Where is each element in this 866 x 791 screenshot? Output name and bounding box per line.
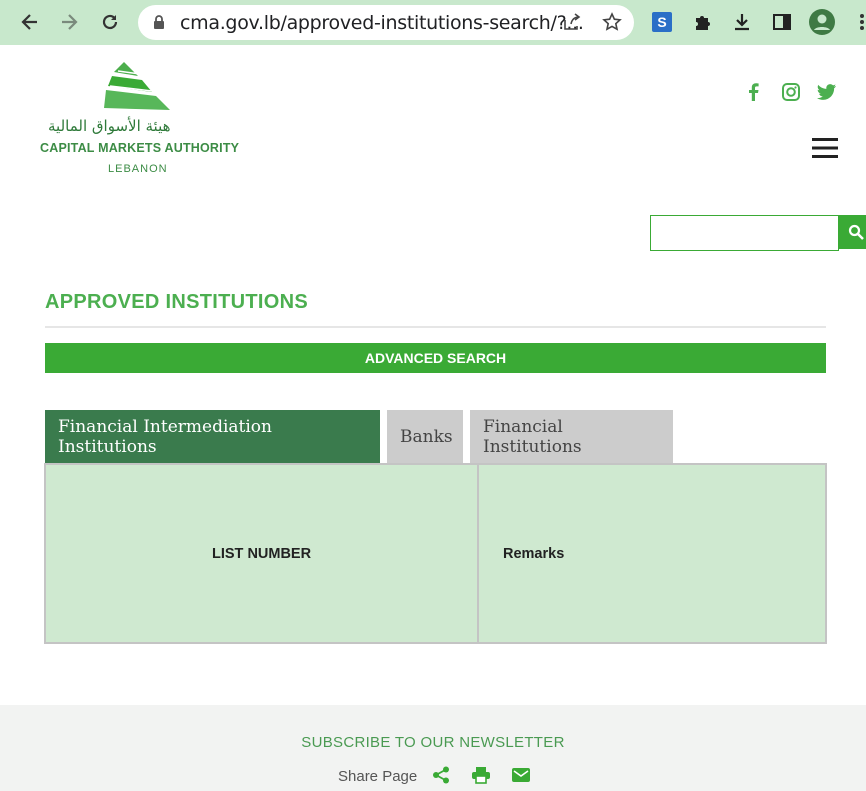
logo-country-text: LEBANON [108, 163, 168, 175]
hamburger-menu-icon[interactable] [812, 136, 838, 160]
share-page-label: Share Page [338, 768, 418, 785]
forward-arrow-icon[interactable] [55, 8, 83, 36]
title-divider [45, 326, 826, 328]
column-header-remarks: Remarks [503, 546, 565, 562]
url-text[interactable]: cma.gov.lb/approved-institutions-search/… [180, 12, 584, 34]
share-icon[interactable] [558, 8, 586, 36]
newsletter-link[interactable]: SUBSCRIBE TO OUR NEWSLETTER [0, 734, 866, 751]
tab-banks[interactable]: Banks [387, 410, 463, 463]
tab-financial-intermediation-institutions[interactable]: Financial Intermediation Institutions [45, 410, 380, 463]
avatar-icon[interactable] [808, 8, 836, 36]
advanced-search-button[interactable]: ADVANCED SEARCH [45, 343, 826, 373]
svg-text:S: S [657, 14, 666, 30]
search-input[interactable] [650, 215, 839, 251]
cma-logo-icon[interactable] [104, 62, 170, 117]
logo-arabic-text: هيئة الأسواق المالية [48, 117, 171, 135]
star-icon[interactable] [598, 8, 626, 36]
page-title: APPROVED INSTITUTIONS [45, 291, 308, 313]
column-header-list-number: LIST NUMBER [212, 546, 312, 562]
s-extension-icon[interactable]: S [648, 8, 676, 36]
side-panel-icon[interactable] [768, 8, 796, 36]
tab-financial-institutions[interactable]: Financial Institutions [470, 410, 673, 463]
search-icon [848, 224, 864, 240]
email-icon[interactable] [511, 765, 531, 785]
results-table [44, 463, 827, 644]
instagram-icon[interactable] [781, 82, 801, 102]
twitter-icon[interactable] [817, 82, 837, 102]
back-arrow-icon[interactable] [16, 8, 44, 36]
search-button[interactable] [838, 215, 866, 249]
share-nodes-icon[interactable] [431, 765, 451, 785]
reload-icon[interactable] [96, 8, 124, 36]
print-icon[interactable] [471, 765, 491, 785]
lock-icon[interactable] [152, 14, 166, 35]
kebab-menu-icon[interactable] [848, 8, 866, 36]
column-divider [477, 463, 479, 644]
facebook-icon[interactable] [743, 82, 763, 102]
logo-english-text: CAPITAL MARKETS AUTHORITY [40, 141, 240, 155]
puzzle-icon[interactable] [688, 8, 716, 36]
download-icon[interactable] [728, 8, 756, 36]
